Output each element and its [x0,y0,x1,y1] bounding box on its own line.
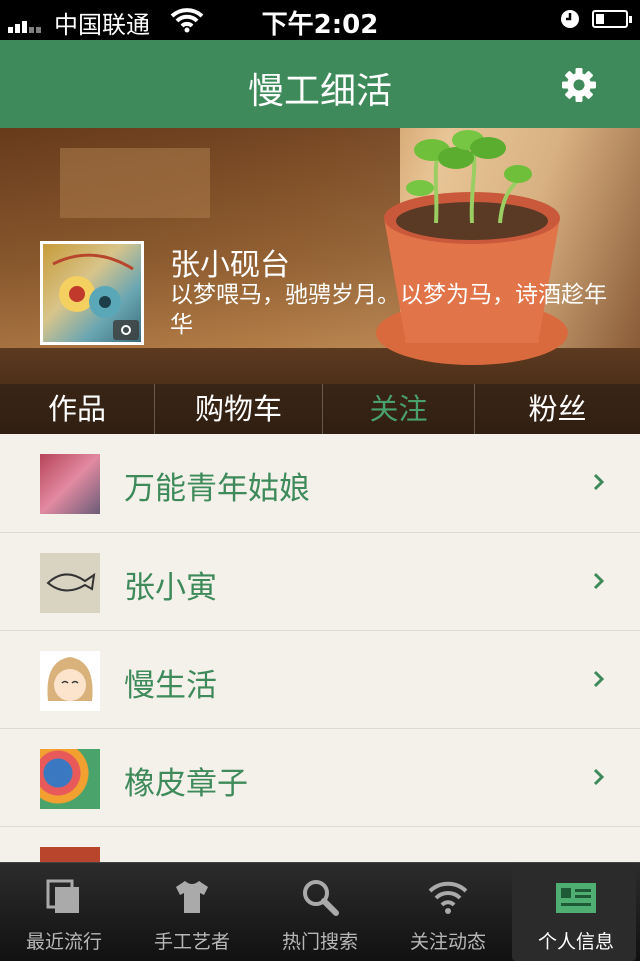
status-time: 下午2:02 [261,10,379,40]
tab-fans[interactable]: 粉丝 [475,384,640,434]
nav-bar: 慢工细活 [0,40,640,128]
camera-icon[interactable] [113,320,139,340]
chevron-right-icon [593,768,605,786]
list-item-thumbnail [40,847,100,862]
list-item[interactable]: 万能青年姑娘 [0,434,640,532]
profile-tabs: 作品 购物车 关注 粉丝 [0,384,640,434]
tshirt-icon [176,881,208,913]
tabbar-item-profile[interactable]: 个人信息 [512,863,636,961]
tab-cart[interactable]: 购物车 [155,384,323,434]
tab-works[interactable]: 作品 [0,384,155,434]
list-item[interactable] [0,826,640,862]
avatar[interactable] [40,241,144,345]
tabbar-item-trending[interactable]: 最近流行 [0,863,128,961]
layers-icon [46,879,79,913]
page-title: 慢工细活 [247,71,392,112]
profile-header: 张小砚台 以梦喂马，驰骋岁月。以梦为马，诗酒趁年华 作品 购物车 关注 粉丝 [0,128,640,434]
profile-motto: 以梦喂马，驰骋岁月。以梦为马，诗酒趁年华 [170,282,607,338]
tabbar-label: 个人信息 [537,931,614,953]
tabbar-label: 关注动态 [409,931,486,953]
list-item-label: 慢生活 [124,668,217,704]
list-item[interactable]: 张小寅 [0,532,640,630]
search-icon [303,880,339,916]
tab-bar: 最近流行 手工艺者 热门搜索 关注动态 个人信息 [0,862,640,961]
list-item-label: 张小寅 [124,570,217,606]
list-item[interactable]: 慢生活 [0,630,640,728]
profile-name: 张小砚台 [170,248,290,283]
tabbar-label: 热门搜索 [281,931,358,953]
tabbar-item-artisans[interactable]: 手工艺者 [128,863,256,961]
following-list: 万能青年姑娘 张小寅 慢生活 橡皮章子 [0,434,640,862]
list-item-thumbnail [40,749,100,809]
girl-illustration [47,657,93,701]
list-item-label: 橡皮章子 [124,766,248,802]
tab-following[interactable]: 关注 [323,384,475,434]
battery-icon [592,10,632,28]
list-item-thumbnail [40,553,100,613]
chevron-right-icon [593,670,605,688]
plant-pot-illustration [376,130,568,365]
chevron-right-icon [593,572,605,590]
fish-sketch [46,572,96,592]
chevron-right-icon [593,473,605,491]
list-item-thumbnail [40,651,100,711]
profile-card-icon [556,883,596,913]
gear-icon[interactable] [558,64,600,106]
tabbar-item-search[interactable]: 热门搜索 [256,863,384,961]
list-item-label: 万能青年姑娘 [124,471,310,507]
tabbar-label: 最近流行 [25,931,102,953]
tabbar-item-activity[interactable]: 关注动态 [384,863,512,961]
alarm-clock-icon [561,10,579,28]
status-bar: 中国联通 下午2:02 [0,0,640,40]
tabbar-label: 手工艺者 [153,931,230,953]
background-detail [60,148,210,218]
wifi-icon [428,881,468,914]
list-item[interactable]: 橡皮章子 [0,728,640,826]
list-item-thumbnail [40,454,100,514]
